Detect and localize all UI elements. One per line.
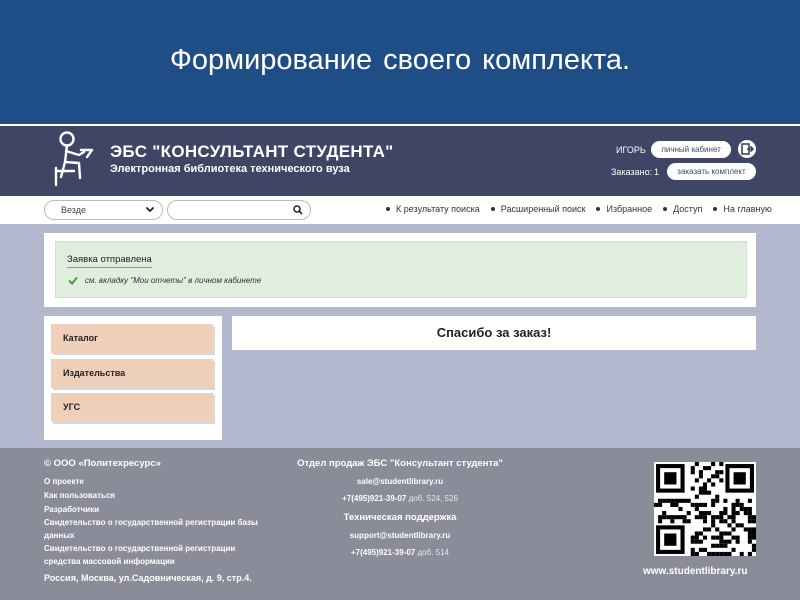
footer-link-about[interactable]: О проекте [44,475,84,488]
footer-address: Россия, Москва, ул.Садовническая, д. 9, … [44,573,252,583]
search-scope-select[interactable]: Везде [44,200,163,220]
slide-title-bar: Формирование своего комплекта. [0,0,800,124]
nav-link-access[interactable]: Доступ [663,204,702,214]
bullet-icon [386,207,390,211]
logout-button[interactable] [738,140,756,158]
personal-cabinet-button[interactable]: личный кабинет [651,141,731,158]
bullet-icon [596,207,601,211]
qr-code-icon [654,462,756,556]
site-url[interactable]: www.studentlibrary.ru [643,566,747,577]
footer-link-db-certificate-cont[interactable]: данных [44,529,74,542]
sidebar-item-catalog[interactable]: Каталог [51,324,213,353]
search-icon[interactable] [293,205,303,215]
nav-link-label: На главную [723,204,772,214]
chevron-down-icon [145,206,155,213]
user-name: ИГОРЬ [616,145,646,155]
nav-link-label: К результату поиска [396,204,480,214]
footer-link-db-certificate[interactable]: Свидетельство о государственной регистра… [44,516,258,529]
site-header: ЭБС "КОНСУЛЬТАНТ СТУДЕНТА" Электронная б… [0,126,800,196]
ordered-count: 1 [654,167,660,177]
nav-link-advanced-search[interactable]: Расширенный поиск [490,204,586,214]
footer-link-media-certificate-cont[interactable]: средства массовой информации [44,555,175,568]
check-icon [68,276,78,285]
sales-department-title: Отдел продаж ЭБС "Консультант студента" [297,458,503,469]
nav-link-label: Расширенный поиск [500,204,586,214]
bullet-icon [490,207,495,211]
footer-link-how-to-use[interactable]: Как пользоваться [44,489,115,502]
bullet-icon [663,207,668,211]
order-set-button[interactable]: заказать комплект [667,163,756,180]
support-phone-number[interactable]: +7(495)921-39-07 [351,548,415,557]
support-phone-ext: доб. 514 [417,548,450,557]
notice-text: см. вкладку "Мои отчеты" в личном кабине… [85,276,262,285]
support-phone: +7(495)921-39-07 доб. 514 [270,548,530,557]
search-bar: Везде К результату поиска Расширенный по… [0,196,800,224]
footer: © ООО «Политехресурс» О проекте Как поль… [0,448,800,600]
search-scope-value: Везде [61,205,86,215]
support-title: Техническая поддержка [343,512,457,523]
sales-phone: +7(495)921-39-07 доб. 524, 526 [270,494,530,503]
footer-link-media-certificate[interactable]: Свидетельство о государственной регистра… [44,542,235,555]
content-area: Заявка отправлена см. вкладку "Мои отчет… [0,224,800,448]
logout-icon [741,143,755,155]
sidebar: Каталог Издательства УГС [44,316,222,440]
support-email[interactable]: support@studentlibrary.ru [270,531,530,540]
sidebar-item-ugs[interactable]: УГС [51,393,213,422]
brand-name[interactable]: ЭБС "КОНСУЛЬТАНТ СТУДЕНТА" [110,142,394,162]
notice-title: Заявка отправлена [67,254,152,268]
ordered-label: Заказано: [611,167,653,177]
logo-figure-icon [54,131,94,187]
nav-link-back-to-results[interactable]: К результату поиска [386,204,480,214]
thanks-message: Спасибо за заказ! [232,316,756,350]
top-nav-links: К результату поиска Расширенный поиск Из… [386,204,772,214]
footer-link-developers[interactable]: Разработчики [44,503,99,516]
slide-title: Формирование своего комплекта. [169,44,631,76]
notice-message: см. вкладку "Мои отчеты" в личном кабине… [68,276,261,285]
bullet-icon [713,207,718,211]
nav-link-label: Доступ [673,204,703,214]
nav-link-label: Избранное [606,204,653,214]
sidebar-item-publishers[interactable]: Издательства [51,359,213,388]
nav-link-favorites[interactable]: Избранное [596,204,652,214]
copyright: © ООО «Политехресурс» [44,458,161,469]
success-notice: Заявка отправлена см. вкладку "Мои отчет… [55,241,747,298]
brand-subtitle: Электронная библиотека технического вуза [110,163,350,175]
qr-code-graphic [654,462,756,556]
sales-phone-number[interactable]: +7(495)921-39-07 [342,494,406,503]
notice-panel: Заявка отправлена см. вкладку "Мои отчет… [44,233,756,307]
search-input[interactable] [167,200,311,220]
sales-email[interactable]: sale@studentlibrary.ru [270,477,530,486]
nav-link-home[interactable]: На главную [713,204,772,214]
sales-phone-ext: доб. 524, 526 [408,494,458,503]
